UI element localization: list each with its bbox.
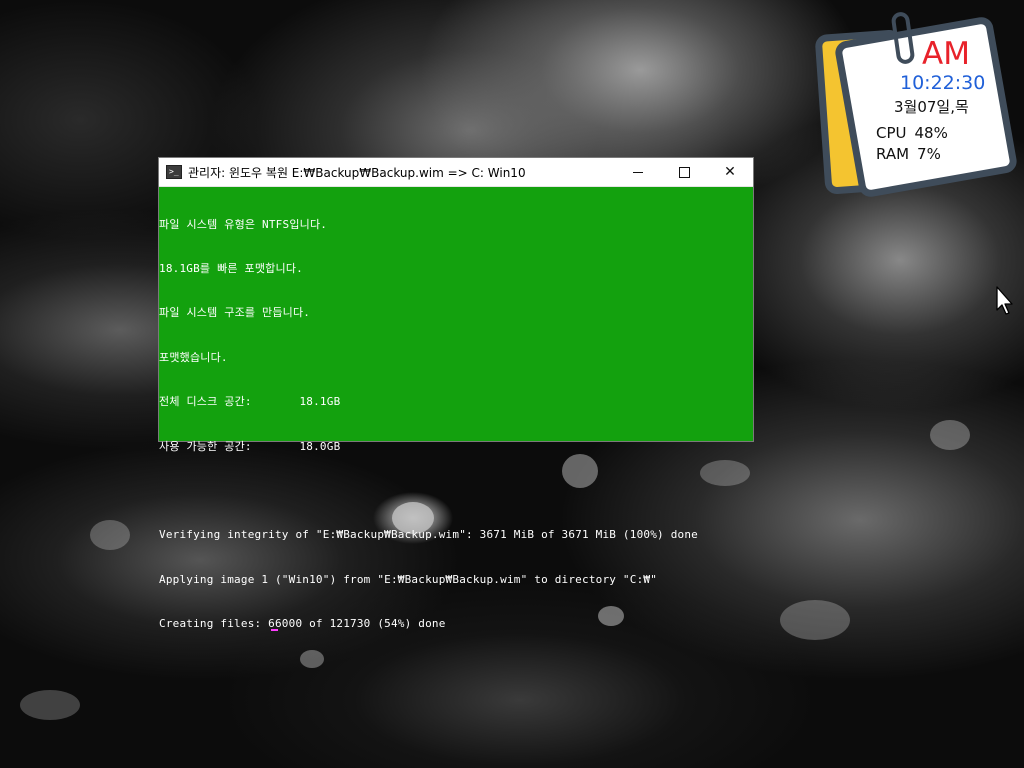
console-line: 사용 가능한 공간: 18.0GB (159, 439, 341, 453)
background-speck (20, 690, 80, 720)
console-icon: >_ (166, 165, 182, 179)
maximize-icon (678, 166, 690, 178)
clock-widget[interactable]: AM 10:22:30 3월07일,목 CPU 48% RAM 7% (814, 10, 1020, 199)
text-cursor (271, 628, 278, 631)
background-speck (780, 600, 850, 640)
ram-usage: RAM 7% (876, 145, 941, 163)
cpu-value: 48% (914, 124, 948, 142)
background-speck (90, 520, 130, 550)
minimize-icon (633, 171, 643, 173)
console-output[interactable]: 파일 시스템 유형은 NTFS입니다. 18.1GB를 빠른 포맷합니다. 파일… (159, 187, 753, 662)
console-title: 관리자: 윈도우 복원 E:₩Backup₩Backup.wim => C: W… (188, 165, 526, 180)
console-line: Applying image 1 ("Win10") from "E:₩Back… (159, 572, 658, 586)
console-line: 파일 시스템 유형은 NTFS입니다. (159, 217, 328, 231)
clock-ampm: AM (922, 36, 970, 72)
console-line: 파일 시스템 구조를 만듭니다. (159, 306, 311, 320)
close-button[interactable]: ✕ (707, 158, 753, 186)
console-progress-text: Creating files: 66000 of 121730 (54%) do… (159, 617, 446, 631)
console-line: Verifying integrity of "E:₩Backup₩Backup… (159, 528, 698, 542)
cpu-label: CPU (876, 124, 907, 142)
ram-value: 7% (917, 145, 941, 163)
close-icon: ✕ (724, 164, 736, 180)
clock-time: 10:22:30 (900, 72, 986, 94)
console-line: 18.1GB를 빠른 포맷합니다. (159, 261, 303, 275)
cpu-usage: CPU 48% (876, 124, 948, 142)
console-window[interactable]: >_ 관리자: 윈도우 복원 E:₩Backup₩Backup.wim => C… (158, 157, 754, 631)
background-speck (930, 420, 970, 450)
console-titlebar[interactable]: >_ 관리자: 윈도우 복원 E:₩Backup₩Backup.wim => C… (159, 158, 753, 187)
mouse-pointer-icon (996, 286, 1013, 315)
console-line: 전체 디스크 공간: 18.1GB (159, 395, 341, 409)
console-line-progress: Creating files: 66000 of 121730 (54%) do… (159, 617, 753, 632)
maximize-button[interactable] (661, 158, 707, 186)
clock-date: 3월07일,목 (894, 98, 969, 116)
console-line: 포맷했습니다. (159, 350, 228, 364)
ram-label: RAM (876, 145, 910, 163)
minimize-button[interactable] (615, 158, 661, 186)
